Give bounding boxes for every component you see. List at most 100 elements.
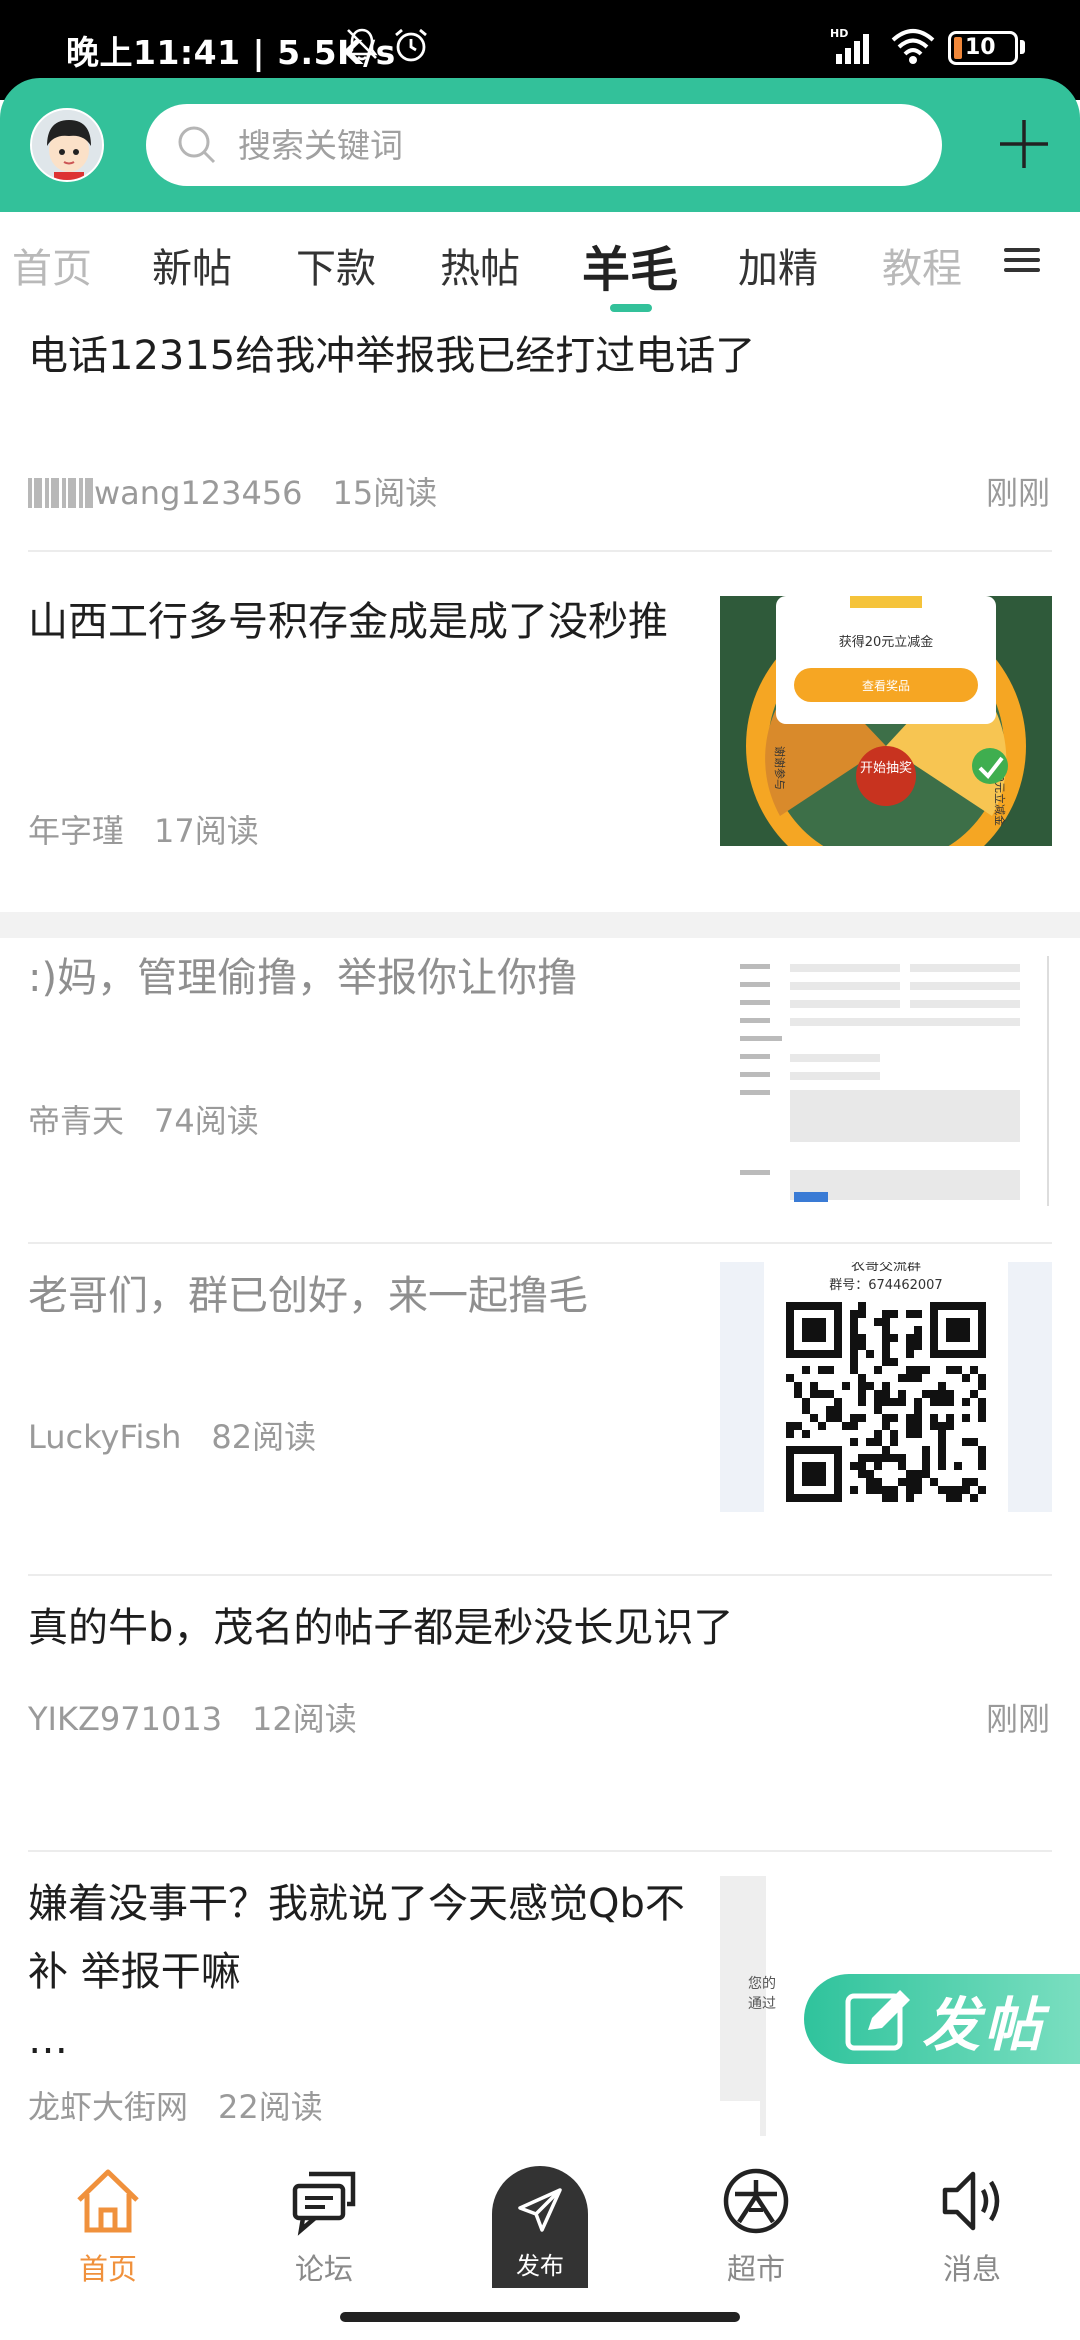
qr-module bbox=[906, 1478, 914, 1486]
qr-module bbox=[930, 1398, 938, 1406]
tab-tutorial[interactable]: 教程 bbox=[882, 236, 962, 294]
qr-module bbox=[874, 1478, 882, 1486]
qr-module bbox=[946, 1422, 954, 1430]
qr-module bbox=[906, 1414, 914, 1422]
market-icon bbox=[723, 2168, 789, 2234]
qr-module bbox=[874, 1318, 882, 1326]
avatar-cartoon-icon bbox=[32, 110, 102, 180]
qr-module bbox=[818, 1422, 826, 1430]
tab-loans[interactable]: 下款 bbox=[296, 236, 376, 294]
menu-icon[interactable] bbox=[1004, 242, 1046, 284]
post-thumbnail[interactable]: 获得20元立减金 查看奖品 开始抽奖 30元立减金 谢谢参与 bbox=[720, 596, 1052, 846]
post-meta: 帝青天 74阅读 bbox=[28, 1096, 259, 1142]
post-thumbnail[interactable]: 您的 通过 bbox=[720, 1876, 806, 2136]
qr-module bbox=[938, 1438, 946, 1446]
qr-module bbox=[914, 1310, 922, 1318]
qr-module bbox=[802, 1366, 810, 1374]
tab-home[interactable]: 首页 bbox=[12, 236, 92, 294]
floating-post-label: 发帖 bbox=[922, 1991, 1047, 2059]
qr-module bbox=[866, 1470, 874, 1478]
qr-module bbox=[922, 1390, 930, 1398]
qr-module bbox=[802, 1398, 810, 1406]
post-thumbnail[interactable]: 农哥交流群 群号：674462007 bbox=[720, 1262, 1052, 1512]
qr-module bbox=[906, 1310, 914, 1318]
qr-module bbox=[978, 1382, 986, 1390]
qr-module bbox=[938, 1486, 946, 1494]
tab-hot[interactable]: 热帖 bbox=[440, 236, 520, 294]
qr-module bbox=[882, 1398, 890, 1406]
qr-module bbox=[890, 1486, 898, 1494]
qr-module bbox=[946, 1390, 954, 1398]
nav-home[interactable]: 首页 bbox=[38, 2166, 178, 2296]
post-item[interactable]: 真的牛b，茂名的帖子都是秒没长见识了 YIKZ971013 12阅读 刚刚 bbox=[0, 1576, 1080, 1852]
qr-module bbox=[842, 1422, 850, 1430]
qr-module bbox=[858, 1342, 866, 1350]
nav-messages-label: 消息 bbox=[942, 2252, 1001, 2286]
post-author: 帝青天 bbox=[28, 1102, 125, 1140]
qr-module bbox=[810, 1382, 818, 1390]
qr-module bbox=[922, 1470, 930, 1478]
qr-module bbox=[874, 1366, 882, 1374]
nav-forum[interactable]: 论坛 bbox=[254, 2166, 394, 2296]
qr-module bbox=[850, 1414, 858, 1422]
svg-text:HD: HD bbox=[830, 27, 848, 40]
qr-module bbox=[794, 1390, 802, 1398]
post-item[interactable]: 山西工行多号积存金成是成了没秒推 年字瑾 17阅读 获得20元立减金 查看奖品 bbox=[0, 552, 1080, 912]
qr-module bbox=[858, 1454, 866, 1462]
user-avatar[interactable] bbox=[30, 108, 104, 182]
qr-module bbox=[882, 1422, 890, 1430]
form-screenshot-image bbox=[720, 956, 1052, 1206]
edit-note-icon bbox=[845, 1990, 910, 2051]
qr-module bbox=[970, 1478, 978, 1486]
post-author: 年字瑾 bbox=[28, 812, 125, 850]
qr-module bbox=[890, 1310, 898, 1318]
qr-module bbox=[914, 1430, 922, 1438]
qr-module bbox=[882, 1454, 890, 1462]
qr-module bbox=[946, 1494, 954, 1502]
qr-code-image: 农哥交流群 群号：674462007 bbox=[720, 1262, 1052, 1512]
category-tabs: 首页 新帖 下款 热帖 羊毛 加精 教程 bbox=[0, 212, 1080, 322]
bottom-nav: 首页 论坛 发布 超市 消息 bbox=[0, 2144, 1080, 2340]
nav-publish[interactable]: 发布 bbox=[492, 2166, 588, 2288]
qr-finder bbox=[802, 1462, 826, 1486]
qr-module bbox=[954, 1462, 962, 1470]
qr-module bbox=[874, 1438, 882, 1446]
search-input[interactable] bbox=[238, 104, 918, 186]
post-item[interactable]: 电话12315给我冲举报我已经打过电话了 wang123456 15阅读 刚刚 bbox=[0, 322, 1080, 552]
qr-module bbox=[930, 1414, 938, 1422]
lottery-wheel-image: 获得20元立减金 查看奖品 开始抽奖 30元立减金 谢谢参与 bbox=[720, 596, 1052, 846]
qr-module bbox=[850, 1350, 858, 1358]
qr-module bbox=[858, 1334, 866, 1342]
nav-forum-label: 论坛 bbox=[294, 2252, 353, 2286]
post-thumbnail[interactable] bbox=[720, 956, 1052, 1206]
qr-module bbox=[826, 1390, 834, 1398]
qr-module bbox=[882, 1310, 890, 1318]
qr-module bbox=[890, 1494, 898, 1502]
add-plus-icon[interactable] bbox=[996, 116, 1052, 172]
qr-module bbox=[962, 1438, 970, 1446]
tab-featured[interactable]: 加精 bbox=[738, 236, 818, 294]
post-reads: 12阅读 bbox=[252, 1700, 357, 1738]
nav-market[interactable]: 超市 bbox=[686, 2166, 826, 2296]
post-item[interactable]: 老哥们，群已创好，来一起撸毛 LuckyFish 82阅读 农哥交流群 群号：67… bbox=[0, 1244, 1080, 1574]
qr-module bbox=[946, 1486, 954, 1494]
post-author: YIKZ971013 bbox=[28, 1700, 223, 1738]
qr-module bbox=[978, 1398, 986, 1406]
qr-module bbox=[978, 1446, 986, 1454]
floating-post-button[interactable]: 发帖 bbox=[804, 1974, 1080, 2064]
tab-wool[interactable]: 羊毛 bbox=[582, 230, 678, 300]
nav-messages[interactable]: 消息 bbox=[902, 2166, 1042, 2296]
qr-module bbox=[970, 1438, 978, 1446]
qr-module bbox=[898, 1478, 906, 1486]
qr-module bbox=[938, 1398, 946, 1406]
post-item[interactable]: :)妈，管理偷撸，举报你让你撸 帝青天 74阅读 bbox=[0, 938, 1080, 1282]
search-box[interactable] bbox=[146, 104, 942, 186]
tab-new[interactable]: 新帖 bbox=[152, 236, 232, 294]
qr-module bbox=[794, 1422, 802, 1430]
qr-module bbox=[946, 1398, 954, 1406]
post-meta: wang123456 15阅读 bbox=[28, 468, 437, 514]
qr-module bbox=[970, 1494, 978, 1502]
qr-module bbox=[882, 1382, 890, 1390]
qr-module bbox=[954, 1494, 962, 1502]
qr-module bbox=[786, 1430, 794, 1438]
